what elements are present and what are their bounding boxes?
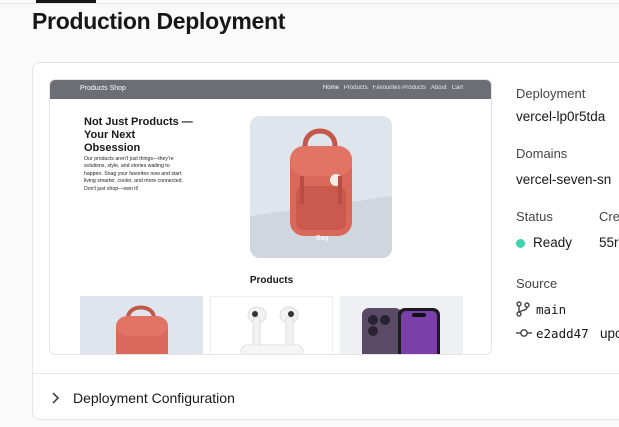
preview-nav-links: Home Products Favourites Products About … xyxy=(323,85,463,91)
deployment-preview[interactable]: Products Shop Home Products Favourites P… xyxy=(49,79,492,355)
preview-product-backpack xyxy=(80,296,203,354)
domain-link[interactable]: vercel-seven-sn xyxy=(516,172,611,187)
page-title: Production Deployment xyxy=(32,8,286,34)
preview-hero-title: Not Just Products — Your Next Obsession xyxy=(84,116,193,154)
preview-nav-cart: Cart xyxy=(451,85,463,91)
preview-products-heading: Products xyxy=(249,275,294,286)
created-label: Cre xyxy=(599,209,619,224)
deployment-configuration-label: Deployment Configuration xyxy=(73,390,235,406)
header-divider xyxy=(0,3,619,4)
preview-nav-about: About xyxy=(430,85,447,91)
preview-product-airpods xyxy=(210,296,333,354)
status-ready-icon xyxy=(516,239,525,248)
preview-product-iphone xyxy=(340,296,463,354)
preview-nav-favourites: Favourites Products xyxy=(372,85,426,91)
created-value: 55r xyxy=(599,235,619,250)
preview-nav-home: Home xyxy=(322,85,339,91)
preview-hero-image-caption: Bag xyxy=(316,235,329,242)
preview-nav-products: Products xyxy=(343,85,368,91)
preview-hero-text: Our products aren't just things—they're … xyxy=(84,156,183,192)
status-value: Ready xyxy=(533,235,573,250)
git-commit-icon xyxy=(516,329,532,337)
chevron-right-icon xyxy=(52,392,60,404)
status-label: Status xyxy=(516,209,553,224)
source-label: Source xyxy=(516,276,558,291)
preview-hero-backpack-image: Bag xyxy=(250,116,392,258)
git-branch-icon xyxy=(516,301,530,317)
source-commit-hash[interactable]: e2add47 xyxy=(536,326,589,341)
preview-brand: Products Shop xyxy=(80,85,126,92)
deployment-configuration-toggle[interactable]: Deployment Configuration xyxy=(33,373,619,419)
deployment-details: Deployment vercel-lp0r5tda Domains verce… xyxy=(516,63,619,363)
domains-label: Domains xyxy=(516,146,568,161)
deployment-label: Deployment xyxy=(516,86,586,101)
preview-screenshot: Products Shop Home Products Favourites P… xyxy=(50,80,491,354)
deployment-card: Products Shop Home Products Favourites P… xyxy=(32,62,619,420)
source-commit-message: upc xyxy=(600,326,619,341)
deployment-url[interactable]: vercel-lp0r5tda xyxy=(516,109,605,124)
source-branch[interactable]: main xyxy=(536,302,566,317)
preview-navbar: Products Shop Home Products Favourites P… xyxy=(50,80,491,99)
page: Production Deployment Products Shop Home… xyxy=(0,0,619,427)
